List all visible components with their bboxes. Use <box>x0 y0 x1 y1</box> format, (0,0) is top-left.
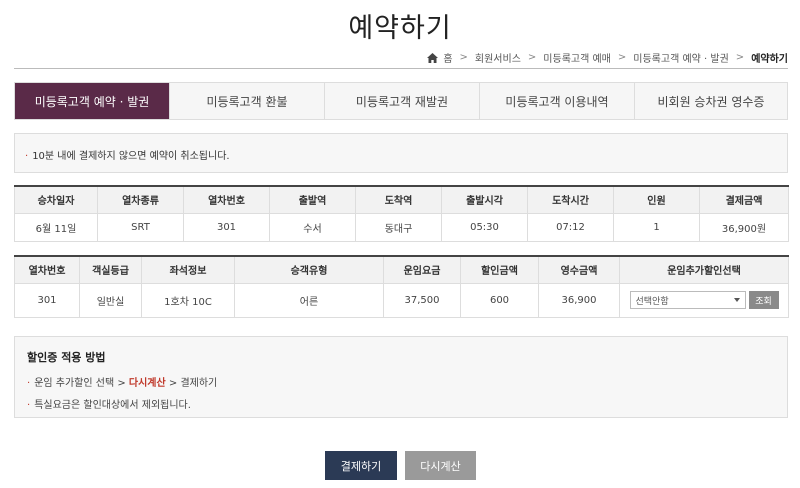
table-cell: 37,500 <box>383 282 461 318</box>
trip-table-header: 승차일자 열차종류 열차번호 출발역 도착역 출발시각 도착시간 인원 결제금액 <box>14 185 789 214</box>
tab-guest-history[interactable]: 미등록고객 이용내역 <box>480 83 635 119</box>
table-cell: 36,900원 <box>699 212 789 242</box>
table-cell: 1 <box>613 212 700 242</box>
guide-text: > 결제하기 <box>165 378 218 389</box>
tab-guest-reserve[interactable]: 미등록고객 예약 · 발권 <box>15 83 170 119</box>
chevron-down-icon <box>733 298 740 302</box>
table-cell: 일반실 <box>79 282 142 318</box>
fare-table-header: 열차번호 객실등급 좌석정보 승객유형 운임요금 할인금액 영수금액 운임추가할… <box>14 255 789 284</box>
guide-highlight: 다시계산 <box>128 378 166 389</box>
chevron-right-icon: > <box>735 52 745 63</box>
bullet-icon: · <box>27 400 31 411</box>
tab-guest-reissue[interactable]: 미등록고객 재발권 <box>325 83 480 119</box>
table-cell: 07:12 <box>527 212 614 242</box>
table-cell: 수서 <box>269 212 356 242</box>
guide-text: 특실요금은 할인대상에서 제외됩니다. <box>34 400 191 411</box>
table-cell: 05:30 <box>441 212 528 242</box>
col-header: 인원 <box>613 185 700 214</box>
bullet-icon: · <box>25 151 29 162</box>
col-header: 열차번호 <box>183 185 270 214</box>
breadcrumb-item-member-service[interactable]: 회원서비스 <box>475 50 521 65</box>
breadcrumb-home[interactable]: 홈 <box>443 50 452 65</box>
table-cell: 301 <box>183 212 270 242</box>
guide-title: 할인증 적용 방법 <box>27 351 106 364</box>
breadcrumb-current: 예약하기 <box>751 54 788 65</box>
col-header: 운임추가할인선택 <box>619 255 789 284</box>
discount-select-value: 선택안함 <box>635 296 669 307</box>
col-header: 도착시간 <box>527 185 614 214</box>
notice-box: · 10분 내에 결제하지 않으면 예약이 취소됩니다. <box>14 133 788 173</box>
guide-line: · 특실요금은 할인대상에서 제외됩니다. <box>27 396 775 411</box>
breadcrumb-item-guest-booking[interactable]: 미등록고객 예매 <box>543 50 611 65</box>
table-cell: 301 <box>14 282 80 318</box>
fare-table: 열차번호 객실등급 좌석정보 승객유형 운임요금 할인금액 영수금액 운임추가할… <box>14 255 789 318</box>
table-cell: SRT <box>97 212 184 242</box>
guide-text: 운임 추가할인 선택 > <box>34 378 129 389</box>
discount-guide: 할인증 적용 방법 · 운임 추가할인 선택 > 다시계산 > 결제하기 · 특실요… <box>14 336 788 418</box>
bullet-icon: · <box>27 378 31 389</box>
table-cell: 어른 <box>234 282 384 318</box>
trip-table: 승차일자 열차종류 열차번호 출발역 도착역 출발시각 도착시간 인원 결제금액… <box>14 185 789 242</box>
col-header: 승객유형 <box>234 255 384 284</box>
tab-guest-refund[interactable]: 미등록고객 환불 <box>170 83 325 119</box>
table-row: 301 일반실 1호차 10C 어른 37,500 600 36,900 선택안… <box>14 282 789 318</box>
col-header: 열차번호 <box>14 255 80 284</box>
table-cell: 1호차 10C <box>141 282 235 318</box>
col-header: 열차종류 <box>97 185 184 214</box>
col-header: 좌석정보 <box>141 255 235 284</box>
col-header: 결제금액 <box>699 185 789 214</box>
discount-select[interactable]: 선택안함 <box>629 291 746 309</box>
table-cell: 동대구 <box>355 212 442 242</box>
col-header: 운임요금 <box>383 255 461 284</box>
col-header: 출발역 <box>269 185 356 214</box>
col-header: 할인금액 <box>460 255 539 284</box>
notice-text: 10분 내에 결제하지 않으면 예약이 취소됩니다. <box>32 151 230 162</box>
lookup-button[interactable]: 조회 <box>748 291 779 309</box>
chevron-right-icon: > <box>459 52 468 63</box>
discount-cell: 선택안함 조회 <box>619 282 789 318</box>
recalculate-button[interactable]: 다시계산 <box>405 451 476 480</box>
table-cell: 36,900 <box>538 282 620 318</box>
chevron-right-icon: > <box>617 52 627 63</box>
chevron-right-icon: > <box>527 52 537 63</box>
col-header: 승차일자 <box>14 185 98 214</box>
page-title: 예약하기 <box>348 13 452 44</box>
col-header: 영수금액 <box>538 255 620 284</box>
tab-bar: 미등록고객 예약 · 발권 미등록고객 환불 미등록고객 재발권 미등록고객 이… <box>14 82 788 120</box>
breadcrumb: 홈 > 회원서비스 > 미등록고객 예매 > 미등록고객 예약 · 발권 > 예… <box>427 50 788 65</box>
table-row: 6월 11일 SRT 301 수서 동대구 05:30 07:12 1 36,9… <box>14 212 789 242</box>
col-header: 도착역 <box>355 185 442 214</box>
col-header: 출발시각 <box>441 185 528 214</box>
home-icon[interactable] <box>427 52 439 63</box>
pay-button[interactable]: 결제하기 <box>325 451 397 480</box>
table-cell: 6월 11일 <box>14 212 98 242</box>
guide-line: · 운임 추가할인 선택 > 다시계산 > 결제하기 <box>27 374 775 389</box>
tab-guest-receipt[interactable]: 비회원 승차권 영수증 <box>635 83 787 119</box>
table-cell: 600 <box>460 282 539 318</box>
title-divider <box>14 68 788 69</box>
col-header: 객실등급 <box>79 255 142 284</box>
breadcrumb-item-guest-reserve[interactable]: 미등록고객 예약 · 발권 <box>633 50 729 65</box>
